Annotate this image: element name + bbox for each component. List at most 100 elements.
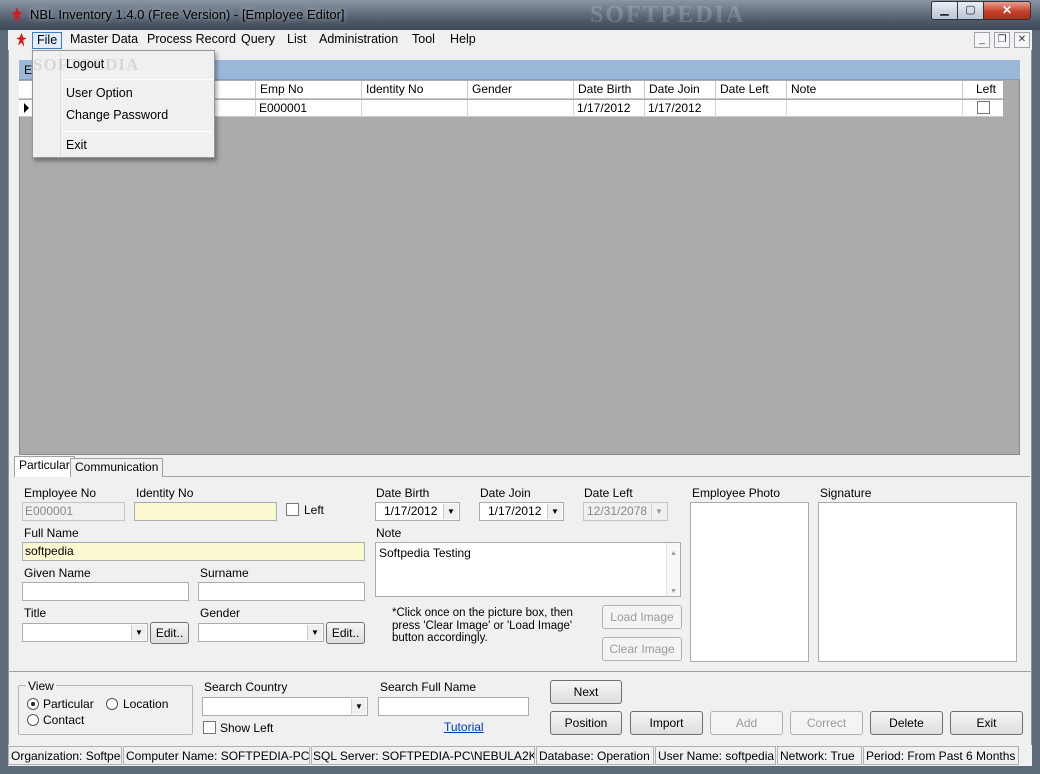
- employee-photo-box[interactable]: [690, 502, 809, 662]
- left-flag-checkbox[interactable]: [286, 503, 299, 516]
- left-checkbox[interactable]: [977, 101, 990, 114]
- search-country-label: Search Country: [204, 680, 288, 694]
- full-name-field[interactable]: softpedia: [22, 542, 365, 561]
- employee-photo-label: Employee Photo: [692, 486, 781, 500]
- given-name-field[interactable]: [22, 582, 189, 601]
- menu-help[interactable]: Help: [446, 32, 480, 49]
- chevron-down-icon[interactable]: ▼: [351, 699, 366, 714]
- cell-note[interactable]: [786, 100, 962, 117]
- delete-button[interactable]: Delete: [870, 711, 943, 735]
- add-button[interactable]: Add: [710, 711, 783, 735]
- menu-bar: File Master Data Process Record Query Li…: [8, 30, 1032, 50]
- note-scrollbar[interactable]: ▲ ▼: [666, 543, 680, 596]
- image-hint-text: *Click once on the picture box, then pre…: [392, 607, 573, 644]
- show-left-checkbox[interactable]: [203, 721, 216, 734]
- menu-item-user-option[interactable]: User Option: [66, 86, 133, 100]
- menu-master-data[interactable]: Master Data: [66, 32, 142, 49]
- correct-button[interactable]: Correct: [790, 711, 863, 735]
- title-label: Title: [24, 606, 47, 620]
- view-contact-label: Contact: [43, 713, 85, 727]
- cell-emp-no[interactable]: E000001: [255, 100, 361, 117]
- maximize-button[interactable]: ▢: [957, 1, 984, 20]
- date-left-value: 12/31/2078: [587, 504, 648, 518]
- column-header-date-join[interactable]: Date Join: [644, 81, 715, 99]
- column-header-note[interactable]: Note: [786, 81, 962, 99]
- edit-gender-button[interactable]: Edit..: [326, 622, 365, 644]
- chevron-down-icon[interactable]: ▼: [547, 504, 562, 519]
- date-birth-picker[interactable]: 1/17/2012 ▼: [375, 502, 460, 521]
- chevron-down-icon[interactable]: ▼: [651, 504, 666, 519]
- menu-administration[interactable]: Administration: [315, 32, 402, 49]
- tutorial-link[interactable]: Tutorial: [444, 720, 484, 734]
- next-button[interactable]: Next: [550, 680, 622, 704]
- chevron-down-icon[interactable]: ▼: [443, 504, 458, 519]
- clear-image-button[interactable]: Clear Image: [602, 637, 682, 661]
- child-close-button[interactable]: ✕: [1014, 32, 1030, 48]
- menu-process-record[interactable]: Process Record: [143, 32, 240, 49]
- position-button[interactable]: Position: [550, 711, 622, 735]
- menu-item-change-password[interactable]: Change Password: [66, 108, 168, 122]
- exit-button[interactable]: Exit: [950, 711, 1023, 735]
- signature-box[interactable]: [818, 502, 1017, 662]
- note-textarea[interactable]: Softpedia Testing ▲ ▼: [375, 542, 681, 597]
- surname-label: Surname: [200, 566, 249, 580]
- scroll-up-icon[interactable]: ▲: [670, 546, 677, 562]
- grid-caption: E: [24, 63, 33, 77]
- import-button[interactable]: Import: [630, 711, 703, 735]
- view-location-radio[interactable]: [106, 698, 118, 710]
- cell-left[interactable]: [962, 100, 1003, 117]
- employee-no-field[interactable]: E000001: [22, 502, 125, 521]
- cell-date-join[interactable]: 1/17/2012: [644, 100, 715, 117]
- column-header-gender[interactable]: Gender: [467, 81, 573, 99]
- file-menu-dropdown: SOFTPEDIA Logout User Option Change Pass…: [32, 50, 215, 158]
- title-select[interactable]: ▼: [22, 623, 148, 642]
- column-header-left[interactable]: Left: [962, 81, 1003, 99]
- column-header-date-left[interactable]: Date Left: [715, 81, 786, 99]
- view-label: View: [26, 679, 56, 693]
- status-computer-name: Computer Name: SOFTPEDIA-PC: [123, 746, 310, 765]
- menu-list[interactable]: List: [283, 32, 310, 49]
- child-restore-button[interactable]: ❐: [994, 32, 1010, 48]
- surname-field[interactable]: [198, 582, 365, 601]
- cell-date-left[interactable]: [715, 100, 786, 117]
- child-minimize-button[interactable]: _: [974, 32, 990, 48]
- scroll-down-icon[interactable]: ▼: [670, 584, 677, 596]
- cell-identity-no[interactable]: [361, 100, 467, 117]
- full-name-label: Full Name: [24, 526, 79, 540]
- minimize-button[interactable]: ▁: [931, 1, 958, 20]
- status-user-name: User Name: softpedia: [655, 746, 776, 765]
- close-button[interactable]: ✕: [983, 1, 1031, 20]
- status-network: Network: True: [777, 746, 862, 765]
- status-bar: Organization: Softpedia Computer Name: S…: [8, 745, 1032, 766]
- tab-communication[interactable]: Communication: [70, 458, 164, 477]
- view-contact-radio[interactable]: [27, 714, 39, 726]
- load-image-button[interactable]: Load Image: [602, 605, 682, 629]
- identity-no-field[interactable]: [134, 502, 277, 521]
- status-database: Database: Operation: [536, 746, 654, 765]
- gender-select[interactable]: ▼: [198, 623, 324, 642]
- date-left-picker[interactable]: 12/31/2078 ▼: [583, 502, 668, 521]
- show-left-label: Show Left: [220, 721, 274, 735]
- mdi-app-icon[interactable]: [15, 32, 28, 48]
- identity-no-label: Identity No: [136, 486, 194, 500]
- menu-tool[interactable]: Tool: [408, 32, 439, 49]
- cell-gender[interactable]: [467, 100, 573, 117]
- view-particular-radio[interactable]: [27, 698, 39, 710]
- column-header-date-birth[interactable]: Date Birth: [573, 81, 644, 99]
- note-value: Softpedia Testing: [379, 546, 471, 560]
- column-header-emp-no[interactable]: Emp No: [255, 81, 361, 99]
- chevron-down-icon[interactable]: ▼: [131, 625, 146, 640]
- cell-date-birth[interactable]: 1/17/2012: [573, 100, 644, 117]
- menu-item-logout[interactable]: Logout: [66, 57, 104, 71]
- search-full-name-label: Search Full Name: [380, 680, 477, 694]
- edit-title-button[interactable]: Edit..: [150, 622, 189, 644]
- search-country-select[interactable]: ▼: [202, 697, 368, 716]
- menu-query[interactable]: Query: [237, 32, 279, 49]
- date-join-picker[interactable]: 1/17/2012 ▼: [479, 502, 564, 521]
- search-full-name-input[interactable]: [378, 697, 529, 716]
- menu-file[interactable]: File: [32, 32, 63, 49]
- column-header-identity-no[interactable]: Identity No: [361, 81, 467, 99]
- chevron-down-icon[interactable]: ▼: [307, 625, 322, 640]
- tab-particular[interactable]: Particular: [14, 456, 75, 477]
- menu-item-exit[interactable]: Exit: [66, 138, 87, 152]
